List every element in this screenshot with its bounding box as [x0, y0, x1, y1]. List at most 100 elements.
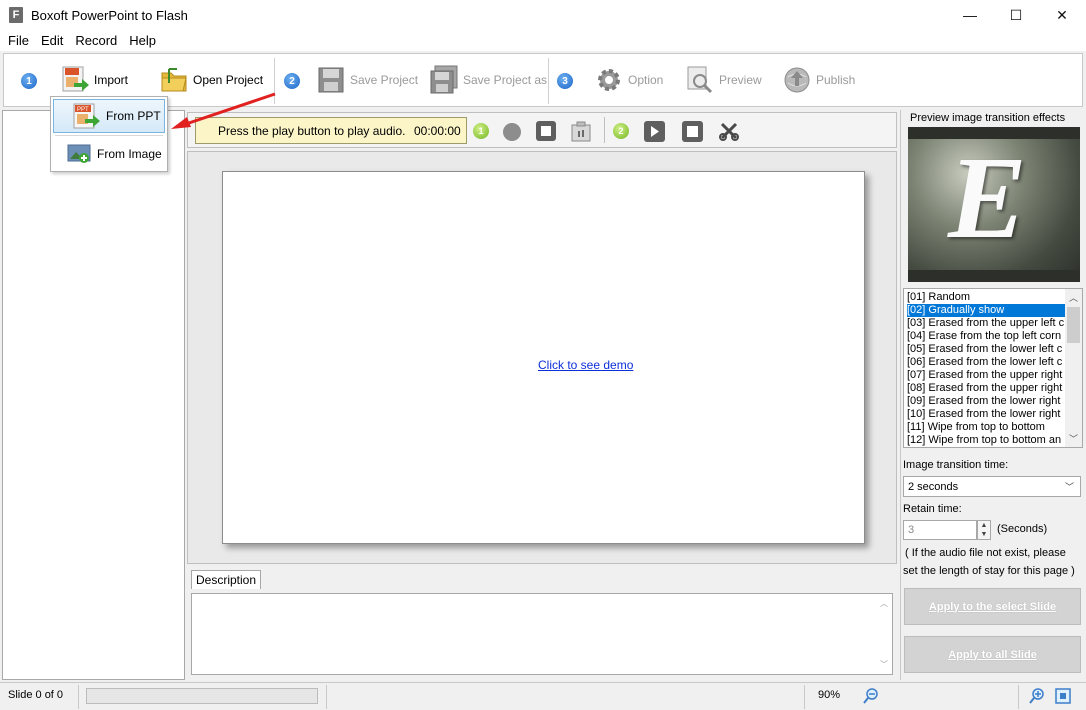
stop-play-button[interactable] — [682, 121, 703, 142]
status-divider — [1018, 685, 1019, 709]
apply-selected-button[interactable]: Apply to the select Slide — [904, 588, 1081, 625]
retain-unit: (Seconds) — [997, 523, 1048, 535]
demo-link[interactable]: Click to see demo — [538, 358, 633, 372]
record-step-icon: 1 — [473, 123, 489, 139]
transition-time-value: 2 seconds — [908, 480, 959, 493]
effect-item[interactable]: [10] Erased from the lower right — [907, 408, 1065, 421]
stop-icon — [687, 126, 698, 137]
from-image-menu-item[interactable]: From Image — [53, 137, 165, 171]
effect-item-selected[interactable]: [02] Gradually show — [907, 304, 1065, 317]
annotation-arrow — [171, 92, 276, 129]
description-textarea[interactable]: ︿ ﹀ — [191, 593, 893, 675]
slide-canvas: Click to see demo — [222, 171, 865, 544]
globe-publish-icon — [782, 65, 812, 95]
scroll-thumb[interactable] — [1067, 307, 1080, 343]
retain-time-label: Retain time: — [903, 503, 962, 515]
player-divider — [604, 117, 605, 143]
from-ppt-label: From PPT — [106, 109, 161, 123]
step-3-icon: 3 — [557, 73, 573, 89]
scroll-up-icon[interactable]: ︿ — [1069, 291, 1078, 304]
slide-stage: Click to see demo — [187, 151, 897, 564]
effect-item[interactable]: [09] Erased from the lower right — [907, 395, 1065, 408]
effect-item[interactable]: [11] Wipe from top to bottom — [907, 421, 1065, 434]
note-line-1: ( If the audio file not exist, please — [905, 547, 1066, 559]
save-project-as-button[interactable]: Save Project as — [429, 54, 547, 106]
spin-up-icon[interactable]: ▲ — [981, 522, 988, 529]
preview-letter: E — [948, 132, 1027, 263]
effect-item[interactable]: [04] Erase from the top left corn — [907, 330, 1065, 343]
step-2-icon: 2 — [284, 73, 300, 89]
maximize-button[interactable]: ☐ — [993, 0, 1039, 30]
effect-item[interactable]: [06] Erased from the lower left c — [907, 356, 1065, 369]
ppt-tag: PPT — [77, 107, 89, 113]
save-icon — [316, 65, 346, 95]
toolbar-divider — [548, 58, 549, 104]
play-button[interactable] — [644, 121, 665, 142]
audio-toolbar: Press the play button to play audio. 00:… — [187, 112, 897, 148]
record-button[interactable] — [503, 123, 521, 141]
close-button[interactable]: ✕ — [1039, 0, 1085, 30]
status-bar: Slide 0 of 0 90% — [0, 682, 1086, 710]
effect-item[interactable]: [12] Wipe from top to bottom an — [907, 434, 1065, 447]
status-divider — [804, 685, 805, 709]
gear-icon — [594, 65, 624, 95]
save-project-label: Save Project — [350, 73, 419, 87]
save-project-as-label: Save Project as — [463, 73, 548, 87]
zoom-in-icon[interactable] — [1028, 687, 1046, 705]
effects-list[interactable]: [01] Random [02] Gradually show [03] Era… — [903, 288, 1083, 448]
app-icon: F — [9, 7, 23, 23]
option-button[interactable]: Option — [594, 54, 663, 106]
fit-to-window-icon[interactable] — [1054, 687, 1072, 705]
menu-edit[interactable]: Edit — [35, 33, 69, 48]
apply-all-button[interactable]: Apply to all Slide — [904, 636, 1081, 673]
effect-item[interactable]: [03] Erased from the upper left c — [907, 317, 1065, 330]
popup-divider — [55, 135, 163, 136]
import-popup-menu: PPT From PPT From Image — [50, 96, 168, 172]
slide-count: Slide 0 of 0 — [8, 689, 64, 701]
slides-panel[interactable] — [2, 110, 185, 680]
ppt-file-icon: PPT — [73, 103, 100, 129]
scroll-up-icon: ︿ — [880, 599, 888, 608]
scroll-down-icon[interactable]: ﹀ — [1069, 432, 1078, 445]
open-project-label: Open Project — [193, 73, 264, 87]
retain-time-input[interactable]: 3 — [903, 520, 977, 540]
retain-time-stepper[interactable]: ▲ ▼ — [977, 520, 991, 540]
audio-time: 00:00:00 — [414, 123, 461, 138]
save-project-button[interactable]: Save Project — [316, 54, 418, 106]
clear-audio-button[interactable] — [718, 120, 740, 142]
chevron-down-icon: ﹀ — [1064, 482, 1074, 492]
minimize-button[interactable]: — — [947, 0, 993, 30]
description-tab[interactable]: Description — [191, 570, 262, 589]
option-label: Option — [628, 73, 664, 87]
effect-item[interactable]: [08] Erased from the upper right — [907, 382, 1065, 395]
publish-button[interactable]: Publish — [782, 54, 855, 106]
note-line-2: set the length of stay for this page ) — [903, 565, 1075, 577]
menu-file[interactable]: File — [2, 33, 35, 48]
effects-scrollbar[interactable]: ︿ ﹀ — [1065, 289, 1082, 447]
menu-help[interactable]: Help — [123, 33, 162, 48]
effect-item[interactable]: [01] Random — [907, 291, 1065, 304]
import-audio-button[interactable] — [570, 119, 592, 143]
preview-magnifier-icon — [685, 65, 715, 95]
preview-button[interactable]: Preview — [685, 54, 762, 106]
spin-down-icon[interactable]: ▼ — [981, 531, 988, 538]
menu-record[interactable]: Record — [69, 33, 123, 48]
from-ppt-menu-item[interactable]: PPT From PPT — [53, 99, 165, 133]
save-as-icon — [429, 65, 459, 95]
zoom-out-icon[interactable] — [862, 687, 880, 705]
effect-item[interactable]: [05] Erased from the lower left c — [907, 343, 1065, 356]
publish-label: Publish — [816, 73, 856, 87]
preview-bar-bottom — [908, 270, 1080, 282]
transition-header: Preview image transition effects — [910, 112, 1066, 124]
from-image-label: From Image — [97, 147, 162, 161]
transition-time-label: Image transition time: — [903, 459, 1009, 471]
progress-bar — [86, 688, 318, 704]
import-ppt-icon — [60, 65, 90, 95]
transition-time-select[interactable]: 2 seconds ﹀ — [903, 476, 1081, 497]
title-bar: F Boxoft PowerPoint to Flash — ☐ ✕ — [0, 0, 1086, 30]
stop-record-button[interactable] — [536, 121, 556, 141]
menu-bar: File Edit Record Help — [0, 30, 1086, 51]
effect-item[interactable]: [07] Erased from the upper right — [907, 369, 1065, 382]
image-file-icon — [67, 144, 91, 163]
status-divider — [326, 685, 327, 709]
